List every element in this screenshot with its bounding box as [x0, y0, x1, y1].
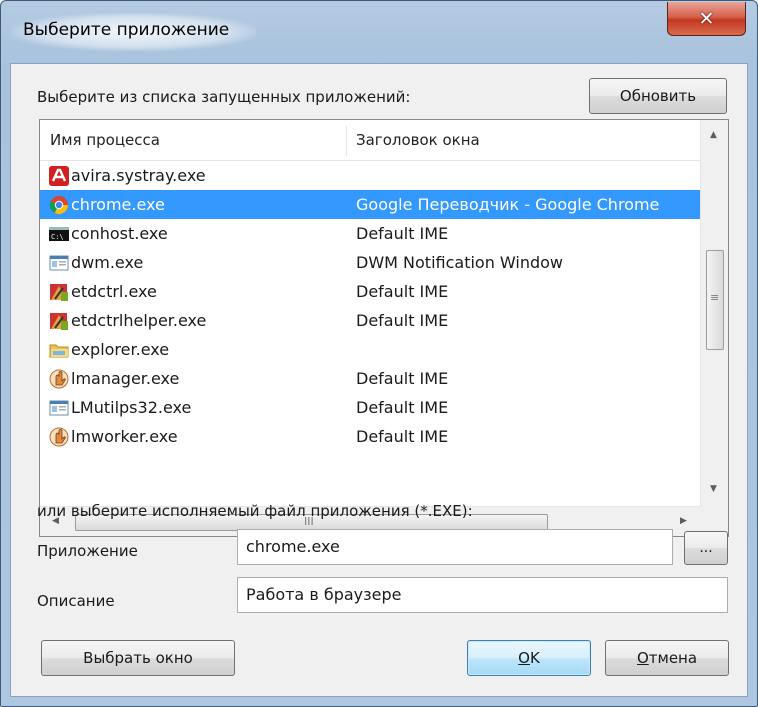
application-field[interactable]: chrome.exe	[237, 529, 673, 565]
column-divider[interactable]	[346, 126, 347, 156]
process-name: etdctrl.exe	[71, 282, 157, 301]
process-name: explorer.exe	[71, 340, 170, 359]
description-label: Описание	[37, 592, 115, 610]
process-name: chrome.exe	[71, 195, 165, 214]
svg-text:C:\: C:\	[51, 233, 64, 241]
dialog-client: Выберите из списка запущенных приложений…	[10, 63, 748, 697]
cancel-label: тмена	[648, 649, 698, 667]
window-app-icon	[49, 253, 69, 273]
avira-icon	[49, 166, 69, 186]
process-name: lmanager.exe	[71, 369, 180, 388]
chrome-icon	[49, 195, 69, 215]
title-bar[interactable]: Выберите приложение ✕	[1, 1, 757, 63]
folder-icon	[49, 340, 69, 360]
window-title-cell: Default IME	[356, 398, 449, 417]
window-app-icon	[49, 398, 69, 418]
ok-hotkey: O	[518, 649, 530, 667]
window-title-cell: Default IME	[356, 224, 449, 243]
list-row[interactable]: etdctrlhelper.exe Default IME	[40, 306, 700, 335]
running-apps-label: Выберите из списка запущенных приложений…	[37, 88, 411, 106]
process-name: dwm.exe	[71, 253, 144, 272]
close-icon: ✕	[698, 7, 715, 30]
console-icon: C:\	[49, 224, 69, 244]
list-row[interactable]: LMutilps32.exe Default IME	[40, 393, 700, 422]
cancel-hotkey: О	[636, 649, 649, 667]
window-title-cell: DWM Notification Window	[356, 253, 564, 272]
list-rows: avira.systray.exe chrome.exe Google Перево…	[40, 161, 700, 451]
process-name: etdctrlhelper.exe	[71, 311, 207, 330]
description-field[interactable]: Работа в браузере	[237, 577, 728, 613]
column-header-process-name[interactable]: Имя процесса	[50, 120, 160, 160]
scroll-down-icon[interactable]: ▼	[710, 484, 717, 494]
refresh-button[interactable]: Обновить	[589, 78, 727, 114]
process-list[interactable]: Имя процесса Заголовок окна avira.systra…	[39, 119, 729, 537]
process-name: lmworker.exe	[71, 427, 178, 446]
grip-icon: ≡	[710, 291, 720, 304]
cancel-button[interactable]: Отмена	[605, 640, 729, 676]
list-row[interactable]: dwm.exe DWM Notification Window	[40, 248, 700, 277]
ok-button[interactable]: OK	[467, 640, 591, 676]
list-row[interactable]: etdctrl.exe Default IME	[40, 277, 700, 306]
process-name: avira.systray.exe	[71, 166, 206, 185]
window-title: Выберите приложение	[23, 20, 230, 40]
list-header: Имя процесса Заголовок окна	[40, 120, 700, 161]
setup-app-icon	[49, 282, 69, 302]
ok-label: K	[529, 649, 540, 667]
window-title-cell: Google Переводчик - Google Chrome	[356, 195, 660, 214]
process-name: conhost.exe	[71, 224, 168, 243]
scroll-right-icon[interactable]: ▶	[680, 516, 687, 526]
hand-app-icon	[49, 369, 69, 389]
list-row[interactable]: lmanager.exe Default IME	[40, 364, 700, 393]
scroll-up-icon[interactable]: ▲	[710, 130, 717, 140]
vertical-scroll-thumb[interactable]: ≡	[706, 250, 724, 350]
list-row[interactable]: chrome.exe Google Переводчик - Google Chr…	[40, 190, 700, 219]
application-label: Приложение	[37, 542, 138, 560]
list-row[interactable]: C:\ conhost.exe Default IME	[40, 219, 700, 248]
process-name: LMutilps32.exe	[71, 398, 192, 417]
window-title-cell: Default IME	[356, 311, 449, 330]
window-title-cell: Default IME	[356, 427, 449, 446]
setup-app-icon	[49, 311, 69, 331]
browse-button[interactable]: ...	[684, 531, 728, 565]
list-row[interactable]: lmworker.exe Default IME	[40, 422, 700, 451]
pick-window-button[interactable]: Выбрать окно	[41, 640, 235, 676]
hand-app-icon	[49, 427, 69, 447]
list-row[interactable]: avira.systray.exe	[40, 161, 700, 190]
list-row[interactable]: explorer.exe	[40, 335, 700, 364]
close-button[interactable]: ✕	[667, 2, 746, 36]
exe-section-label: или выберите исполняемый файл приложения…	[37, 502, 473, 520]
dialog-window: Выберите приложение ✕ Выберите из списка…	[0, 0, 758, 707]
vertical-scrollbar[interactable]: ▲ ≡ ▼	[700, 120, 728, 506]
column-header-window-title[interactable]: Заголовок окна	[356, 120, 480, 160]
window-title-cell: Default IME	[356, 282, 449, 301]
window-title-cell: Default IME	[356, 369, 449, 388]
